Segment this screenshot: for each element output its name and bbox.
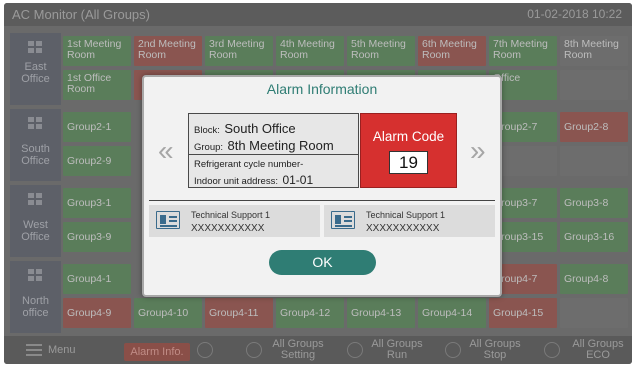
run-icon [347,342,363,358]
menu-button[interactable]: Menu [4,336,104,364]
block-label-line2: Office [21,155,50,167]
next-alarm-arrow[interactable]: » [470,135,486,167]
bottom-bar: Menu Alarm Info. All Groups Setting All G… [4,336,632,364]
group-cell[interactable]: Group2-9 [63,146,131,176]
group-label: Group: [194,142,224,153]
support-number: XXXXXXXXXXX [366,223,440,234]
block-label-line2: office [22,307,49,319]
grid-icon [28,117,42,129]
refrigerant-label: Refrigerant cycle number- [194,159,304,170]
support-name: Technical Support 1 [366,210,446,220]
gear-icon [246,342,262,358]
alarm-information-dialog: Alarm Information « » Block: South Offic… [142,75,502,297]
group-cell[interactable]: Group4-1 [63,264,131,294]
block-label-east[interactable]: East Office [10,33,61,105]
eco-icon [544,342,560,358]
all-groups-stop-button[interactable]: All Groups Stop [445,336,525,364]
grid-icon [28,193,42,205]
group-cell[interactable]: Group3-8 [560,188,628,218]
group-cell[interactable]: 7th Meeting Room [489,36,557,66]
top-bar: AC Monitor (All Groups) 01-02-2018 10:22 [4,3,632,26]
stop-line2: Stop [483,349,507,361]
group-cell[interactable]: 3rd Meeting Room [205,36,273,66]
support-name: Technical Support 1 [191,210,271,220]
group-cell[interactable]: 1st Office Room [63,70,131,100]
group-cell[interactable]: Group4-13 [347,298,415,328]
indoor-unit-label: Indoor unit address: [194,176,278,187]
block-label-line1: North [22,295,49,307]
group-cell[interactable]: Group4-12 [276,298,344,328]
indoor-unit-address: 01-01 [282,173,314,187]
block-label-line1: West [23,219,48,231]
contact-card-icon [156,211,180,229]
block-label-line1: South [21,143,50,155]
all-groups-run-button[interactable]: All Groups Run [347,336,427,364]
block-label-south[interactable]: South Office [10,109,61,181]
block-label-west[interactable]: West Office [10,185,61,257]
ok-button[interactable]: OK [269,250,376,275]
group-cell[interactable]: Group2-8 [560,112,628,142]
group-cell[interactable]: Group4-11 [205,298,273,328]
technical-support-contact: Technical Support 1 XXXXXXXXXXX [149,205,320,237]
technical-support-contact: Technical Support 1 XXXXXXXXXXX [324,205,495,237]
help-button[interactable] [197,336,215,364]
previous-alarm-arrow[interactable]: « [158,135,174,167]
alarm-code-panel: Alarm Code 19 [360,113,457,188]
group-cell[interactable] [560,298,628,328]
alarm-code-label: Alarm Code [372,129,445,144]
contact-card-icon [331,211,355,229]
group-cell[interactable]: 6th Meeting Room [418,36,486,66]
group-value: 8th Meeting Room [227,138,334,153]
block-label-line2: Office [21,73,50,85]
group-cell[interactable]: Group2-1 [63,112,131,142]
group-cell[interactable]: Group4-8 [560,264,628,294]
grid-icon [28,269,42,281]
divider [149,200,495,201]
group-cell[interactable]: 8th Meeting Room [560,36,628,66]
support-number: XXXXXXXXXXX [191,223,265,234]
divider [189,154,358,155]
menu-icon [26,344,42,356]
alarm-info-button[interactable]: Alarm Info. [124,343,190,361]
clock: 01-02-2018 10:22 [527,7,622,21]
dialog-title: Alarm Information [266,81,378,97]
group-cell[interactable]: 5th Meeting Room [347,36,415,66]
run-line2: Run [386,349,408,361]
block-label-north[interactable]: North office [10,261,61,333]
setting-line2: Setting [280,349,316,361]
screen-title: AC Monitor (All Groups) [12,7,150,22]
group-cell[interactable] [560,146,628,176]
group-cell[interactable]: Group4-10 [134,298,202,328]
group-cell[interactable]: Group3-16 [560,222,628,252]
eco-line2: ECO [586,349,610,361]
group-cell[interactable]: Group3-9 [63,222,131,252]
all-groups-eco-button[interactable]: All Groups ECO [544,336,629,364]
stop-icon [445,342,461,358]
info-icon [197,342,213,358]
group-cell[interactable]: 2nd Meeting Room [134,36,202,66]
alarm-code-value: 19 [389,151,428,174]
all-groups-setting-button[interactable]: All Groups Setting [246,336,326,364]
group-cell[interactable]: 1st Meeting Room [63,36,131,66]
block-value: South Office [224,121,296,136]
group-cell[interactable]: 4th Meeting Room [276,36,344,66]
block-label: Block: [194,125,220,136]
group-cell[interactable]: Group4-15 [489,298,557,328]
group-cell[interactable]: Group4-9 [63,298,131,328]
block-label-line1: East [24,61,47,73]
group-cell[interactable]: Group4-14 [418,298,486,328]
alarm-location-info: Block: South Office Group: 8th Meeting R… [188,113,359,188]
block-label-line2: Office [21,231,50,243]
menu-label: Menu [48,344,76,356]
group-cell[interactable]: Group3-1 [63,188,131,218]
grid-icon [28,41,42,53]
group-cell[interactable] [560,70,628,100]
